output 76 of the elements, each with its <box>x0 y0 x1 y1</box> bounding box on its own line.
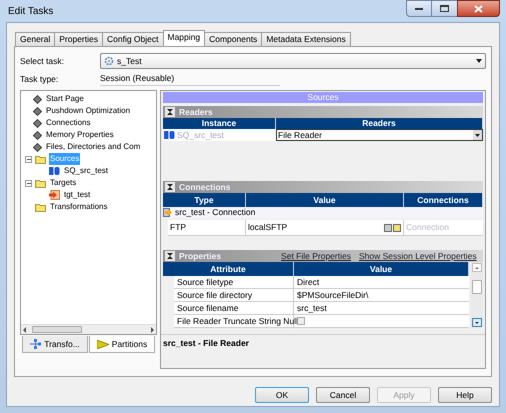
table-cell: Direct <box>297 276 320 288</box>
caret-icon <box>473 130 482 140</box>
group-label: src_test - Connection <box>175 206 256 219</box>
tree-item[interactable]: Start Page <box>45 93 85 105</box>
tree-item[interactable]: SQ_src_test <box>63 165 110 177</box>
dialog-button[interactable]: Cancel <box>316 387 370 403</box>
tree-item[interactable]: Pushdown Optimization <box>45 105 132 117</box>
link[interactable]: Show Session Level Properties <box>358 250 477 262</box>
column-header: Connections <box>404 193 483 207</box>
qualifier-icon <box>164 131 175 139</box>
tab[interactable]: Properties <box>54 32 103 46</box>
bottom-tab[interactable]: Transfo... <box>22 336 88 353</box>
vertical-scrollbar[interactable] <box>471 262 483 328</box>
collapse-icon[interactable] <box>165 107 175 117</box>
tab[interactable]: Metadata Extensions <box>261 32 351 46</box>
edit-icon[interactable] <box>393 224 401 232</box>
panel-title: Sources <box>163 92 483 103</box>
bottom-tab[interactable]: Partitions <box>89 336 155 353</box>
minimize-button[interactable] <box>406 0 432 17</box>
table-cell: FTP <box>168 220 246 235</box>
table-cell: SQ_src_test <box>163 129 276 141</box>
field-label: Task type: <box>20 72 60 86</box>
column-header: Instance <box>163 118 276 129</box>
caret-icon <box>476 59 482 63</box>
window-title: Edit Tasks <box>8 4 54 18</box>
section-title: Connections <box>179 180 230 194</box>
folder-icon <box>35 202 46 212</box>
target-icon <box>49 190 60 200</box>
close-icon <box>474 4 483 12</box>
column-header: Readers <box>276 118 483 129</box>
maximize-button[interactable] <box>432 0 457 17</box>
link[interactable]: Set File Properties <box>281 250 351 262</box>
table-cell: localSFTP <box>248 221 288 234</box>
field-label: Select task: <box>20 54 65 68</box>
dialog-button[interactable]: OK <box>255 387 309 403</box>
collapse-icon[interactable] <box>165 182 175 192</box>
task-dropdown[interactable]: s_Test <box>100 53 486 69</box>
description-text: src_test - File Reader <box>163 338 249 348</box>
close-button[interactable] <box>457 0 500 17</box>
dialog-button[interactable]: Help <box>438 387 492 403</box>
folder-icon <box>35 178 46 188</box>
tree-item[interactable]: Files, Directories and Com <box>45 141 142 153</box>
column-header: Attribute <box>163 262 294 276</box>
tab[interactable]: General <box>15 32 56 46</box>
tab[interactable]: Mapping <box>162 30 206 46</box>
tree-item[interactable]: Transformations <box>49 201 108 213</box>
collapse-icon[interactable] <box>25 180 32 186</box>
checkbox[interactable] <box>297 317 305 325</box>
tree-item[interactable]: Connections <box>45 117 92 129</box>
column-header: Value <box>246 193 404 207</box>
task-type-value: Session (Reusable) <box>100 72 280 86</box>
gear-icon <box>104 56 114 66</box>
collapse-icon[interactable] <box>165 251 175 261</box>
tree-item[interactable]: Targets <box>49 177 78 189</box>
flag-icon <box>96 340 109 348</box>
column-header: Value <box>294 262 469 276</box>
horizontal-scrollbar[interactable] <box>21 324 156 334</box>
table-cell: Source filename <box>174 302 294 314</box>
section-title: Readers <box>179 106 213 118</box>
arrow-icon <box>163 208 173 217</box>
section-title: Properties <box>179 250 222 262</box>
reader-dropdown[interactable]: File Reader <box>276 129 483 141</box>
table-cell: $PMSourceFileDir\ <box>297 288 368 302</box>
table-cell: src_test <box>297 302 327 314</box>
network-icon <box>30 339 42 349</box>
collapse-icon[interactable] <box>25 156 32 162</box>
qualifier-icon <box>49 167 60 175</box>
column-header: Type <box>163 193 246 207</box>
tab[interactable]: Config Object <box>102 32 164 46</box>
table-cell: Source filetype <box>174 276 294 288</box>
table-cell: Source file directory <box>174 289 294 301</box>
folder-icon <box>35 154 46 164</box>
override-icon[interactable] <box>384 224 392 232</box>
tree-item[interactable]: Memory Properties <box>45 129 115 141</box>
tree-item[interactable]: tgt_test <box>63 189 92 201</box>
tab[interactable]: Components <box>204 32 262 46</box>
